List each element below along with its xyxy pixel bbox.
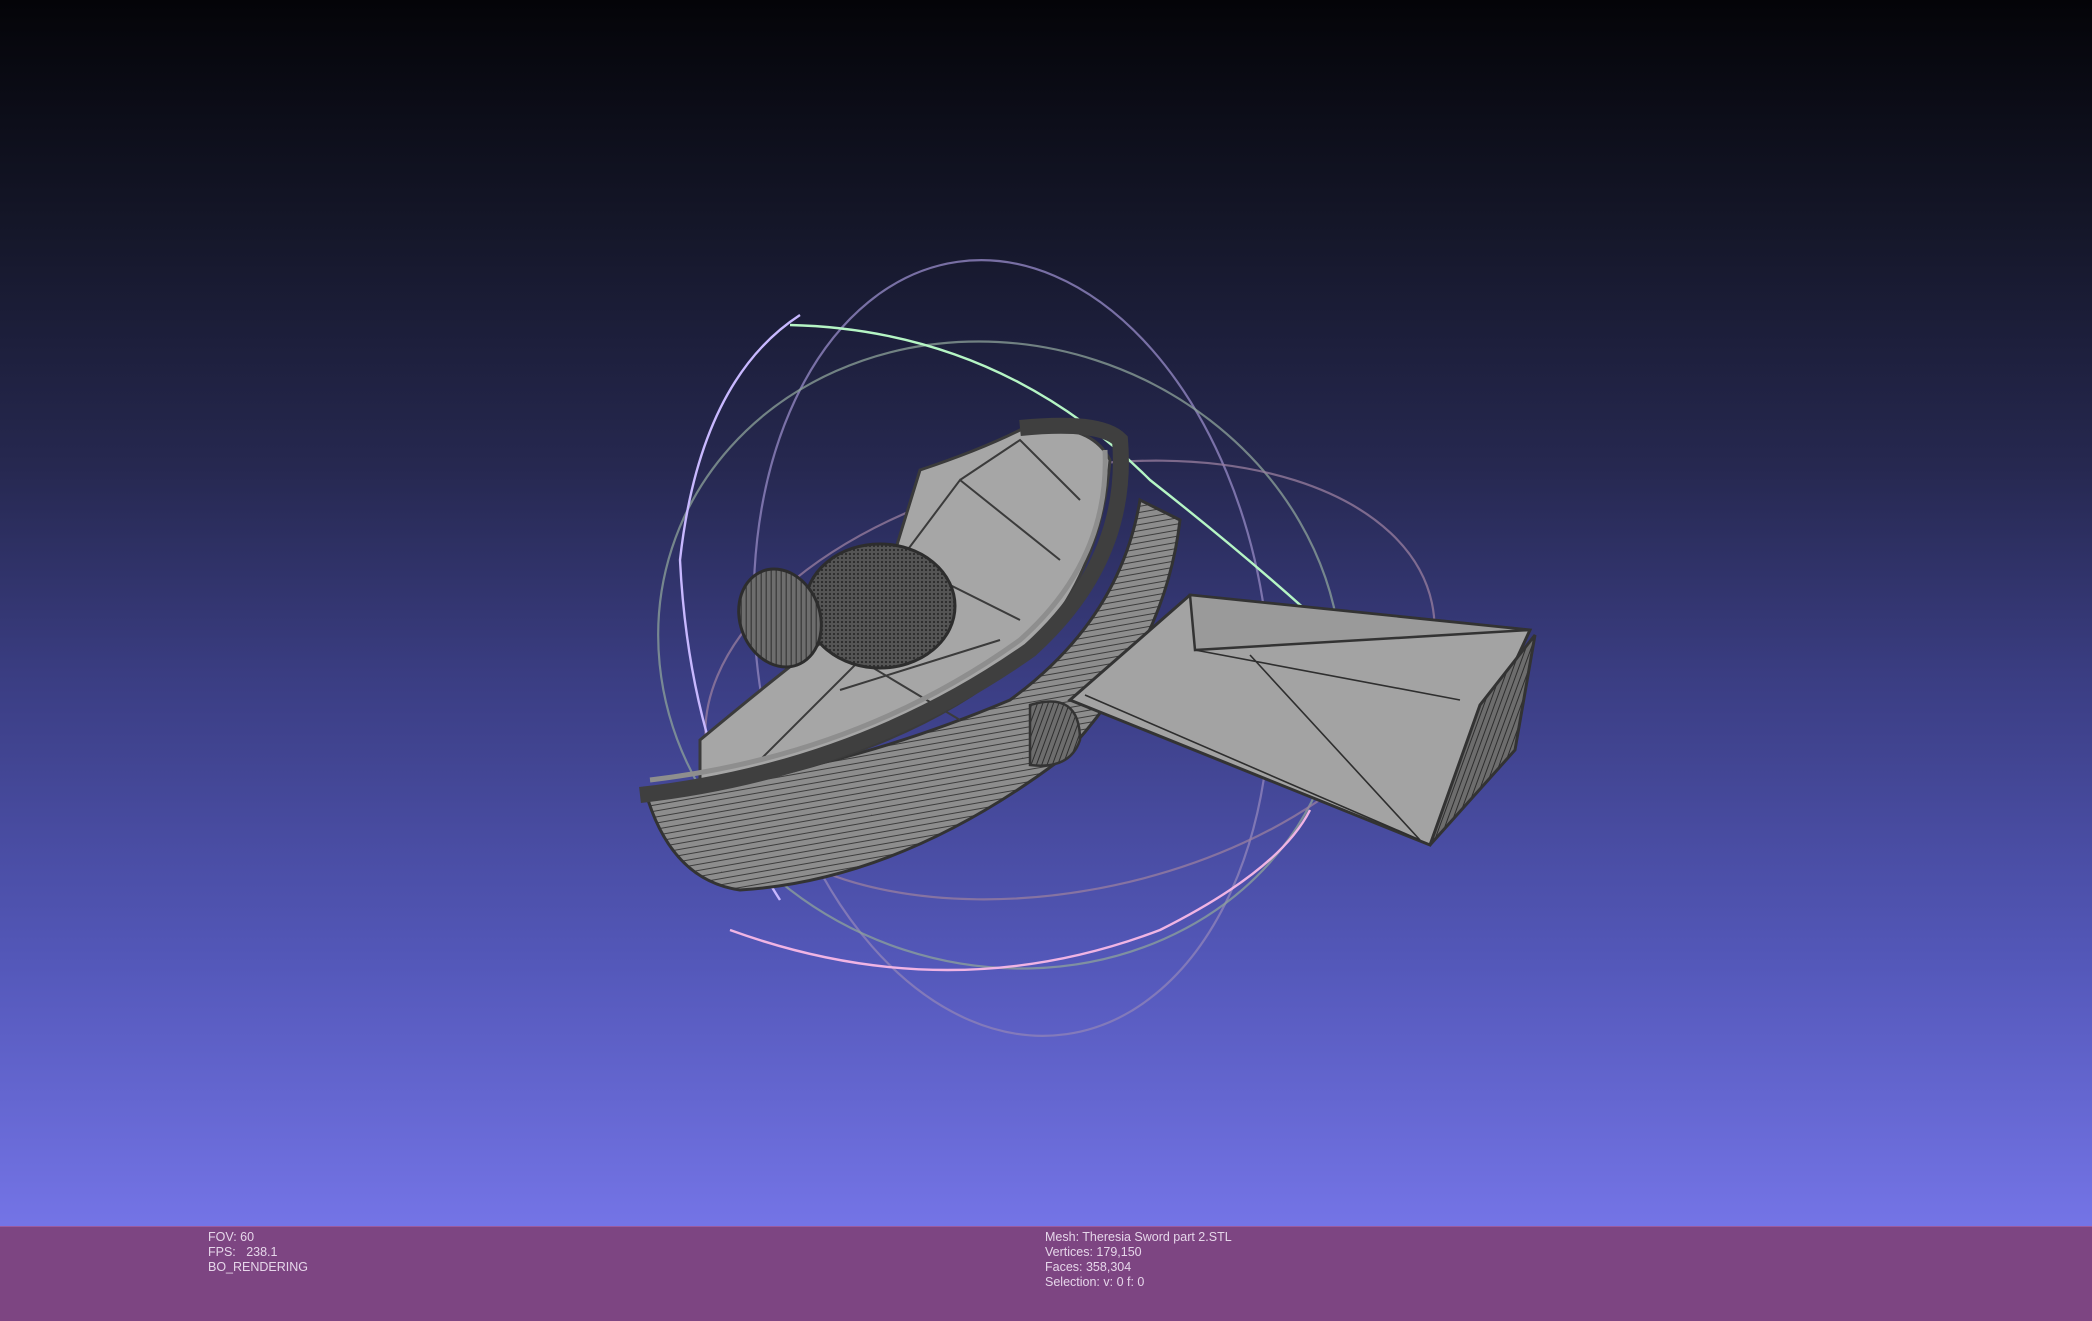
render-mode-label: BO_RENDERING	[208, 1260, 309, 1274]
fov-label: FOV: 60	[208, 1230, 255, 1244]
sword-mesh	[639, 417, 1537, 892]
fps-label: FPS: 238.1	[208, 1245, 278, 1259]
info-bar: FOV: 60 FPS: 238.1 BO_RENDERING Mesh: Th…	[0, 1226, 2092, 1321]
3d-viewport[interactable]	[0, 0, 2092, 1226]
mesh-scene[interactable]	[0, 0, 2092, 1226]
render-info: FOV: 60 FPS: 238.1 BO_RENDERING	[208, 1230, 308, 1275]
vertices-label: Vertices: 179,150	[1045, 1245, 1142, 1259]
selection-label: Selection: v: 0 f: 0	[1045, 1275, 1145, 1289]
mesh-name-label: Mesh: Theresia Sword part 2.STL	[1045, 1230, 1232, 1244]
blade-neck	[1028, 700, 1082, 767]
mesh-info: Mesh: Theresia Sword part 2.STL Vertices…	[1045, 1230, 1232, 1290]
guard-dome	[803, 542, 957, 670]
faces-label: Faces: 358,304	[1045, 1260, 1132, 1274]
